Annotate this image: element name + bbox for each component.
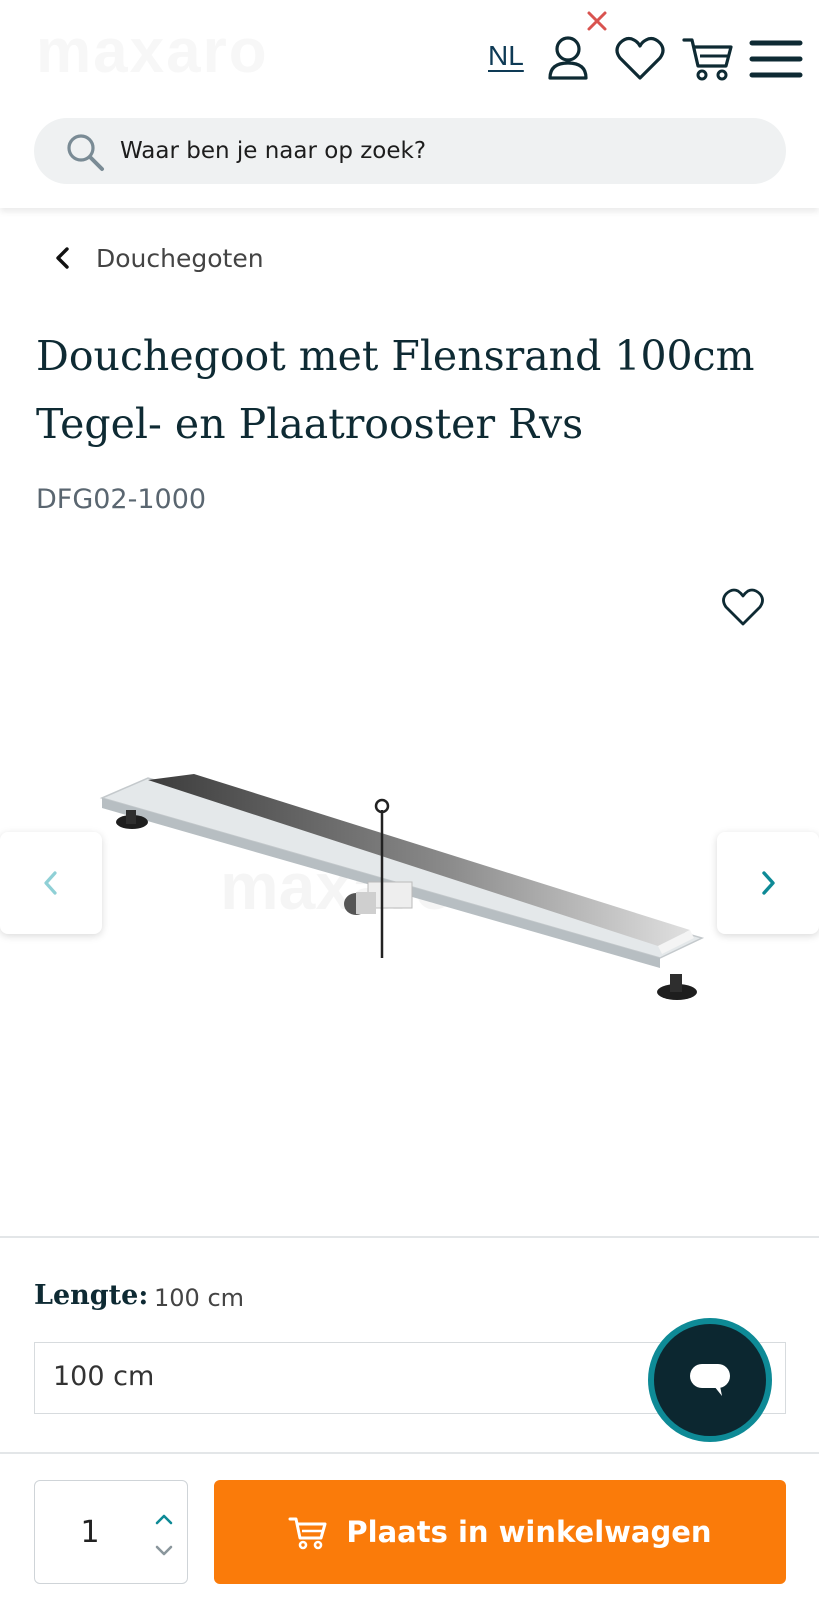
cart-icon — [288, 1517, 327, 1550]
language-selector[interactable]: NL — [488, 40, 524, 72]
product-image — [99, 774, 705, 1000]
page-title: Douchegoot met Flensrand 100cm Tegel- en… — [36, 332, 755, 448]
add-to-cart-button[interactable]: Plaats in winkelwagen — [214, 1480, 786, 1584]
chat-icon — [690, 1364, 730, 1396]
chevron-left-icon — [56, 247, 69, 269]
product-sku: DFG02-1000 — [36, 484, 207, 515]
close-icon[interactable] — [586, 10, 608, 32]
user-icon[interactable] — [540, 30, 596, 86]
site-header: maxaro NL — [0, 0, 819, 208]
cart-icon[interactable] — [680, 30, 736, 86]
add-to-cart-label: Plaats in winkelwagen — [346, 1515, 712, 1549]
gallery-prev-button[interactable] — [0, 832, 102, 934]
breadcrumb[interactable]: Douchegoten — [50, 236, 264, 280]
site-logo[interactable]: maxaro — [36, 21, 269, 83]
section-divider — [0, 1236, 819, 1238]
chat-button[interactable] — [648, 1318, 772, 1442]
quantity-stepper[interactable]: 1 — [34, 1480, 188, 1584]
chevron-up-icon[interactable] — [153, 1511, 175, 1527]
chevron-down-icon[interactable] — [153, 1543, 175, 1559]
breadcrumb-label[interactable]: Douchegoten — [96, 244, 264, 273]
chevron-left-icon — [44, 871, 57, 895]
search-bar[interactable] — [34, 118, 786, 184]
option-label: Lengte: — [34, 1280, 149, 1311]
option-selected-value: 100 cm — [154, 1284, 245, 1312]
search-icon — [67, 134, 104, 171]
purchase-bar: 1 Plaats in winkelwagen — [0, 1452, 819, 1600]
quantity-input[interactable]: 1 — [35, 1481, 145, 1585]
search-input[interactable] — [120, 118, 760, 184]
menu-icon[interactable] — [748, 30, 804, 86]
length-select-value: 100 cm — [53, 1361, 155, 1392]
heart-icon[interactable] — [612, 30, 668, 86]
chevron-right-icon — [762, 871, 775, 895]
add-to-wishlist-icon[interactable] — [718, 582, 768, 632]
gallery-next-button[interactable] — [717, 832, 819, 934]
